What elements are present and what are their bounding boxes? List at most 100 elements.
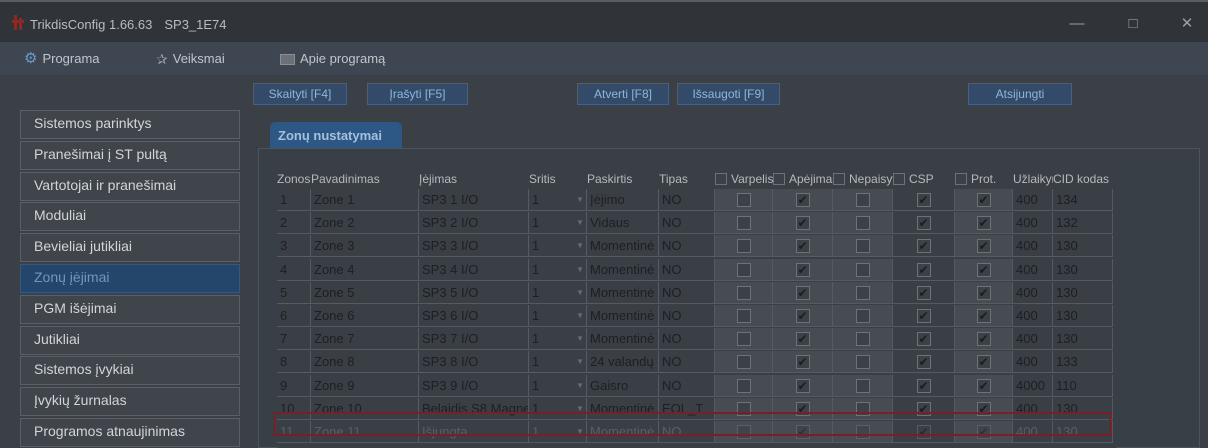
cell-prot[interactable] [955, 351, 1013, 374]
ignore-checkbox[interactable] [855, 285, 870, 300]
cell-purpose[interactable]: Momentinė [587, 235, 659, 258]
cell-area[interactable]: 1 ▼ [529, 258, 587, 281]
disconnect-button[interactable]: Atsijungti [968, 83, 1072, 105]
cell-cid[interactable]: 134 [1053, 189, 1113, 211]
cell-bypass[interactable] [773, 397, 833, 420]
cell-cid[interactable]: 130 [1053, 421, 1113, 443]
bell-checkbox[interactable] [736, 216, 751, 231]
cell-no[interactable]: 7 [277, 328, 311, 351]
cell-cid[interactable]: 130 [1053, 305, 1113, 327]
cell-type[interactable]: NO [659, 258, 715, 281]
cell-prot[interactable] [955, 305, 1013, 327]
header-checkbox[interactable] [893, 173, 905, 185]
ignore-checkbox[interactable] [855, 425, 870, 439]
bell-checkbox[interactable] [736, 425, 751, 439]
cell-area[interactable]: 1 ▼ [529, 351, 587, 374]
close-button[interactable]: ✕ [1172, 12, 1202, 36]
tab-zone-settings[interactable]: Zonų nustatymai [270, 122, 402, 148]
cell-bypass[interactable] [773, 189, 833, 211]
sidebar-item[interactable]: Zonų įėjimai [20, 264, 240, 293]
column-header[interactable]: Apėjimas [773, 169, 833, 189]
ignore-checkbox[interactable] [855, 355, 870, 370]
cell-name[interactable]: Zone 4 [311, 258, 419, 281]
cell-bypass[interactable] [773, 281, 833, 304]
cell-name[interactable]: Zone 7 [311, 328, 419, 351]
cell-name[interactable]: Zone 8 [311, 351, 419, 374]
sidebar-item[interactable]: Sistemos parinktys [20, 110, 240, 139]
cell-input[interactable]: Išjungta [419, 421, 529, 443]
dropdown-arrow-icon[interactable]: ▼ [576, 381, 584, 390]
cell-ignore[interactable] [833, 258, 893, 281]
cell-delay[interactable]: 400 [1013, 351, 1053, 374]
cell-bypass[interactable] [773, 235, 833, 258]
cell-input[interactable]: SP3 4 I/O [419, 258, 529, 281]
sidebar-item[interactable]: Vartotojai ir pranešimai [20, 171, 240, 201]
cell-bypass[interactable] [773, 258, 833, 281]
cell-no[interactable]: 10 [277, 397, 311, 420]
cell-bypass[interactable] [773, 328, 833, 351]
cell-no[interactable]: 2 [277, 212, 311, 235]
cell-ignore[interactable] [833, 374, 893, 397]
csp-checkbox[interactable] [916, 285, 931, 300]
dropdown-arrow-icon[interactable]: ▼ [576, 428, 584, 436]
cell-bell[interactable] [715, 258, 773, 281]
prot-checkbox[interactable] [976, 239, 991, 254]
cell-name[interactable]: Zone 1 [311, 189, 419, 211]
cell-cid[interactable]: 130 [1053, 235, 1113, 258]
ignore-checkbox[interactable] [855, 262, 870, 277]
header-checkbox[interactable] [833, 173, 845, 185]
csp-checkbox[interactable] [916, 193, 931, 207]
cell-name[interactable]: Zone 10 [311, 397, 419, 420]
cell-name[interactable]: Zone 11 [311, 421, 419, 443]
prot-checkbox[interactable] [976, 309, 991, 323]
cell-csp[interactable] [893, 212, 955, 235]
sidebar-item[interactable]: Sistemos įvykiai [20, 356, 240, 386]
cell-ignore[interactable] [833, 305, 893, 327]
bypass-checkbox[interactable] [795, 239, 810, 254]
cell-prot[interactable] [955, 258, 1013, 281]
cell-delay[interactable]: 400 [1013, 421, 1053, 443]
ignore-checkbox[interactable] [855, 332, 870, 347]
header-checkbox[interactable] [773, 173, 785, 185]
csp-checkbox[interactable] [916, 425, 931, 439]
dropdown-arrow-icon[interactable]: ▼ [576, 288, 584, 297]
cell-csp[interactable] [893, 397, 955, 420]
cell-type[interactable]: NO [659, 374, 715, 397]
maximize-button[interactable]: □ [1118, 12, 1148, 36]
menu-apie[interactable]: Apie programą [280, 49, 385, 69]
sidebar-item[interactable]: Jutikliai [20, 325, 240, 355]
cell-type[interactable]: NO [659, 235, 715, 258]
cell-cid[interactable]: 110 [1053, 374, 1113, 397]
cell-area[interactable]: 1 ▼ [529, 235, 587, 258]
write-button[interactable]: Įrašyti [F5] [367, 83, 468, 105]
column-header[interactable]: Varpelis [715, 169, 773, 189]
cell-delay[interactable]: 400 [1013, 328, 1053, 351]
bypass-checkbox[interactable] [795, 378, 810, 393]
prot-checkbox[interactable] [976, 262, 991, 277]
bypass-checkbox[interactable] [795, 285, 810, 300]
cell-area[interactable]: 1 ▼ [529, 305, 587, 327]
minimize-button[interactable]: — [1062, 12, 1092, 36]
cell-cid[interactable]: 130 [1053, 258, 1113, 281]
cell-input[interactable]: SP3 5 I/O [419, 281, 529, 304]
cell-name[interactable]: Zone 6 [311, 305, 419, 327]
prot-checkbox[interactable] [976, 355, 991, 370]
bypass-checkbox[interactable] [795, 332, 810, 347]
cell-cid[interactable]: 130 [1053, 281, 1113, 304]
cell-bell[interactable] [715, 281, 773, 304]
cell-csp[interactable] [893, 421, 955, 443]
cell-prot[interactable] [955, 397, 1013, 420]
cell-input[interactable]: SP3 2 I/O [419, 212, 529, 235]
cell-purpose[interactable]: Gaisro [587, 374, 659, 397]
cell-csp[interactable] [893, 351, 955, 374]
csp-checkbox[interactable] [916, 332, 931, 347]
bell-checkbox[interactable] [736, 378, 751, 393]
cell-purpose[interactable]: Momentinė [587, 281, 659, 304]
sidebar-item[interactable]: PGM išėjimai [20, 294, 240, 324]
cell-name[interactable]: Zone 3 [311, 235, 419, 258]
menu-veiksmai[interactable]: ✰ Veiksmai [156, 49, 225, 69]
cell-purpose[interactable]: Įėjimo [587, 189, 659, 211]
cell-bypass[interactable] [773, 212, 833, 235]
cell-input[interactable]: Belaidis S8 Magnetinis [419, 397, 529, 420]
cell-no[interactable]: 4 [277, 258, 311, 281]
